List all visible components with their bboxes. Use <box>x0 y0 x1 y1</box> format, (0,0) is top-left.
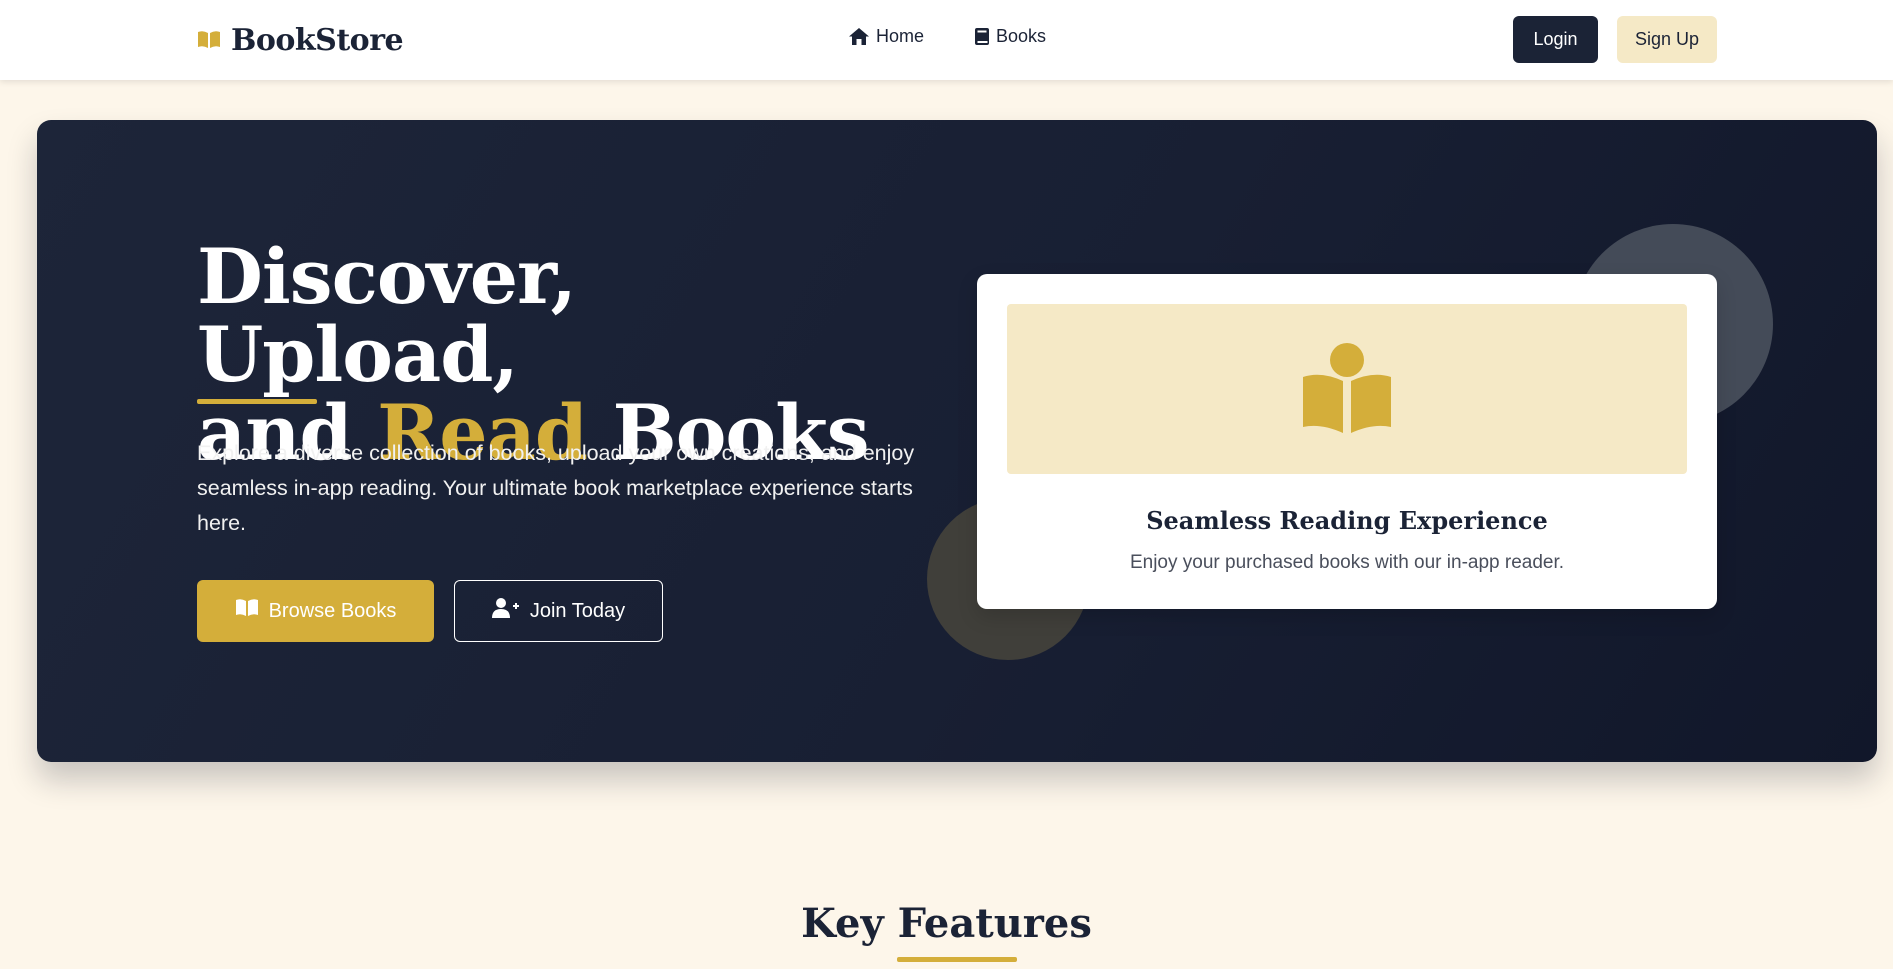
join-today-button[interactable]: Join Today <box>454 580 663 642</box>
browse-books-label: Browse Books <box>268 599 397 622</box>
hero-title-line1: Discover, Upload, <box>197 232 577 399</box>
open-book-icon <box>197 30 221 50</box>
browse-books-button[interactable]: Browse Books <box>197 580 434 642</box>
navbar: BookStore Home Books Login Sign Up <box>0 0 1893 80</box>
join-today-label: Join Today <box>529 599 626 622</box>
features-underline <box>897 957 1017 962</box>
title-underline <box>197 399 317 404</box>
book-icon <box>974 27 990 46</box>
nav-link-label: Home <box>876 26 925 46</box>
features-heading: Key Features <box>801 900 1092 947</box>
card-title: Seamless Reading Experience <box>1146 506 1548 535</box>
login-button[interactable]: Login <box>1513 16 1598 63</box>
hero-description: Explore a diverse collection of books, u… <box>197 441 915 535</box>
feature-card: Seamless Reading Experience Enjoy your p… <box>977 274 1717 609</box>
book-reader-icon <box>1299 341 1395 438</box>
brand-logo[interactable]: BookStore <box>197 20 404 60</box>
card-description: Enjoy your purchased books with our in-a… <box>1129 552 1565 573</box>
signup-button[interactable]: Sign Up <box>1617 16 1717 63</box>
card-media <box>1007 304 1687 474</box>
home-icon <box>848 27 870 46</box>
main-nav: Home Books <box>848 26 1046 47</box>
user-plus-icon <box>491 597 520 625</box>
hero-section: Discover, Upload, and Read Books Explore… <box>37 120 1877 762</box>
nav-link-books[interactable]: Books <box>974 26 1046 47</box>
nav-link-label: Books <box>996 26 1047 46</box>
nav-link-home[interactable]: Home <box>848 26 924 47</box>
brand-name: BookStore <box>231 22 404 58</box>
open-book-icon <box>235 598 259 624</box>
